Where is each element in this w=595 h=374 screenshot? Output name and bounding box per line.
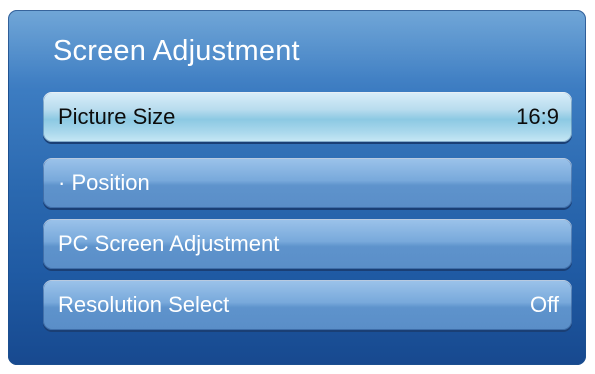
menu-item-pc-screen-adjustment[interactable]: PC Screen Adjustment [43,219,572,269]
menu-item-label: Resolution Select [58,292,230,317]
panel-title: Screen Adjustment [53,35,300,67]
screen-adjustment-panel: Screen Adjustment Picture Size 16:9 · Po… [8,10,586,365]
menu-item-value: Off [530,292,559,317]
menu-item-position[interactable]: · Position [43,158,572,208]
menu-item-label: · Position [58,170,150,195]
menu-item-value: 16:9 [516,104,559,129]
menu-item-label: Picture Size [58,104,176,129]
menu-item-label: PC Screen Adjustment [58,231,280,256]
menu-item-resolution-select[interactable]: Resolution Select Off [43,280,572,330]
menu-item-picture-size[interactable]: Picture Size 16:9 [43,92,572,142]
